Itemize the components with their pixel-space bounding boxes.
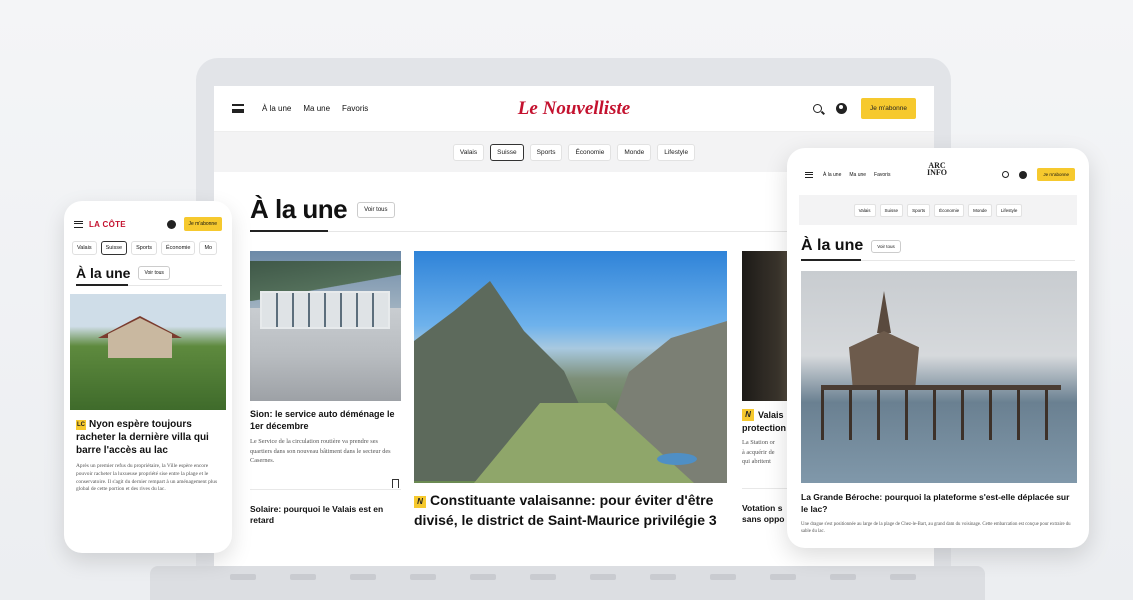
key xyxy=(890,574,916,580)
section-title: À la une xyxy=(250,194,348,224)
see-all-button[interactable]: Voir tous xyxy=(357,201,395,218)
phone-frame: LA CÔTE Je m'abonne Valais Suisse Sports… xyxy=(64,201,232,553)
tab-sports[interactable]: Sports xyxy=(907,203,931,217)
key xyxy=(350,574,376,580)
site-logo[interactable]: ARC INFO xyxy=(927,161,947,178)
article-image-valley[interactable] xyxy=(414,251,727,483)
article-card-main[interactable]: N Constituante valaisanne: pour éviter d'… xyxy=(414,251,727,530)
nav-actions: Je m'abonne xyxy=(812,98,916,119)
nav-actions: Je m'abonne xyxy=(1002,168,1075,181)
image-posts-shape xyxy=(821,390,1061,440)
nav-link-favoris[interactable]: Favoris xyxy=(874,172,890,178)
laptop-nav-bar: À la une Ma une Favoris Le Nouvelliste J… xyxy=(214,86,934,132)
tab-sports[interactable]: Sports xyxy=(529,143,563,161)
image-lake xyxy=(657,453,697,465)
search-icon[interactable] xyxy=(812,104,822,113)
image-spire-shape xyxy=(877,291,891,333)
account-icon[interactable] xyxy=(1019,170,1028,179)
tab-valais[interactable]: Valais xyxy=(853,203,876,217)
tab-monde[interactable]: Mo xyxy=(199,241,218,255)
tab-sports[interactable]: Sports xyxy=(131,241,157,255)
article-title[interactable]: La Grande Béroche: pourquoi la plateform… xyxy=(801,491,1077,516)
section-header: À la une Voir tous xyxy=(64,255,232,281)
article-title[interactable]: LC Nyon espère toujours racheter la derni… xyxy=(76,418,222,457)
section-header: À la une Voir tous xyxy=(787,225,1089,255)
main-article-title-text[interactable]: Constituante valaisanne: pour éviter d'ê… xyxy=(414,492,717,528)
premium-badge-icon: LC xyxy=(76,420,86,430)
see-all-button[interactable]: Voir tous xyxy=(138,266,170,280)
tab-economie[interactable]: Économie xyxy=(568,143,612,161)
key xyxy=(590,574,616,580)
key xyxy=(230,574,256,580)
nav-link-ma-une[interactable]: Ma une xyxy=(303,104,330,113)
article-image-platform[interactable] xyxy=(801,271,1077,483)
key xyxy=(770,574,796,580)
cut-title-line-1[interactable]: Valais xyxy=(758,410,784,420)
section-title: À la une xyxy=(801,237,864,254)
subscribe-button[interactable]: Je m'abonne xyxy=(183,217,222,231)
tab-economie[interactable]: Économie xyxy=(934,203,965,217)
category-tabs: Valais Suisse Sports Économie Monde Life… xyxy=(799,195,1077,225)
laptop-keyboard xyxy=(150,566,985,600)
article-title[interactable]: Sion: le service auto déménage le 1er dé… xyxy=(250,409,401,432)
premium-badge-icon: N xyxy=(742,409,754,421)
nav-link-a-la-une[interactable]: À la une xyxy=(823,172,841,178)
key xyxy=(710,574,736,580)
tab-valais[interactable]: Valais xyxy=(452,143,485,161)
category-tabs: Valais Suisse Sports Économie Mo xyxy=(64,231,232,255)
bookmark-icon[interactable] xyxy=(392,479,399,488)
image-hut-shape xyxy=(849,331,919,385)
phone-nav-bar: LA CÔTE Je m'abonne xyxy=(64,201,232,231)
tab-lifestyle[interactable]: Lifestyle xyxy=(657,143,696,161)
article-desc: Une drague s'est positionnée au large de… xyxy=(801,521,1071,534)
image-house-shape xyxy=(108,318,172,358)
tab-monde[interactable]: Monde xyxy=(617,143,652,161)
article-title-text[interactable]: Nyon espère toujours racheter la dernièr… xyxy=(76,419,209,456)
key xyxy=(830,574,856,580)
premium-badge-icon: N xyxy=(414,496,426,508)
article-desc: Le Service de la circulation routière va… xyxy=(250,438,391,464)
section-title: À la une xyxy=(76,265,131,281)
site-logo[interactable]: Le Nouvelliste xyxy=(518,98,630,120)
account-icon[interactable] xyxy=(835,103,847,114)
key xyxy=(290,574,316,580)
menu-icon[interactable] xyxy=(232,104,244,113)
tab-suisse[interactable]: Suisse xyxy=(879,203,904,217)
main-article-title[interactable]: N Constituante valaisanne: pour éviter d'… xyxy=(414,491,727,530)
article-desc: Après un premier refus du propriétaire, … xyxy=(76,463,218,493)
tablet-frame: À la une Ma une Favoris ARC INFO Je m'ab… xyxy=(787,148,1089,548)
account-icon[interactable] xyxy=(166,219,176,229)
tab-suisse[interactable]: Suisse xyxy=(490,143,524,161)
tab-monde[interactable]: Monde xyxy=(968,203,992,217)
key xyxy=(650,574,676,580)
search-icon[interactable] xyxy=(1002,171,1010,178)
section-divider xyxy=(76,284,222,286)
tab-lifestyle[interactable]: Lifestyle xyxy=(995,203,1023,217)
nav-link-a-la-une[interactable]: À la une xyxy=(262,104,291,113)
menu-icon[interactable] xyxy=(74,220,83,228)
tab-economie[interactable]: Économie xyxy=(161,241,196,255)
section-divider xyxy=(801,259,1075,261)
key xyxy=(530,574,556,580)
key xyxy=(410,574,436,580)
see-all-button[interactable]: Voir tous xyxy=(871,239,901,253)
article-image[interactable] xyxy=(250,251,401,401)
image-building-shape xyxy=(260,291,390,329)
tab-suisse[interactable]: Suisse xyxy=(100,241,128,255)
nav-link-favoris[interactable]: Favoris xyxy=(342,104,368,113)
article-title-solaire[interactable]: Solaire: pourquoi le Valais est en retar… xyxy=(250,504,401,526)
tab-valais[interactable]: Valais xyxy=(72,241,97,255)
article-card-sion[interactable]: Sion: le service auto déménage le 1er dé… xyxy=(250,251,401,526)
key xyxy=(470,574,496,580)
divider xyxy=(250,488,401,490)
menu-icon[interactable] xyxy=(805,171,813,178)
article-image-villa[interactable] xyxy=(70,294,226,410)
nav-link-ma-une[interactable]: Ma une xyxy=(849,172,866,178)
subscribe-button[interactable]: Je m'abonne xyxy=(860,98,916,119)
site-logo[interactable]: LA CÔTE xyxy=(89,220,126,229)
tablet-nav-bar: À la une Ma une Favoris ARC INFO Je m'ab… xyxy=(787,148,1089,181)
logo-line-2: INFO xyxy=(927,168,947,178)
subscribe-button[interactable]: Je m'abonne xyxy=(1037,168,1075,181)
